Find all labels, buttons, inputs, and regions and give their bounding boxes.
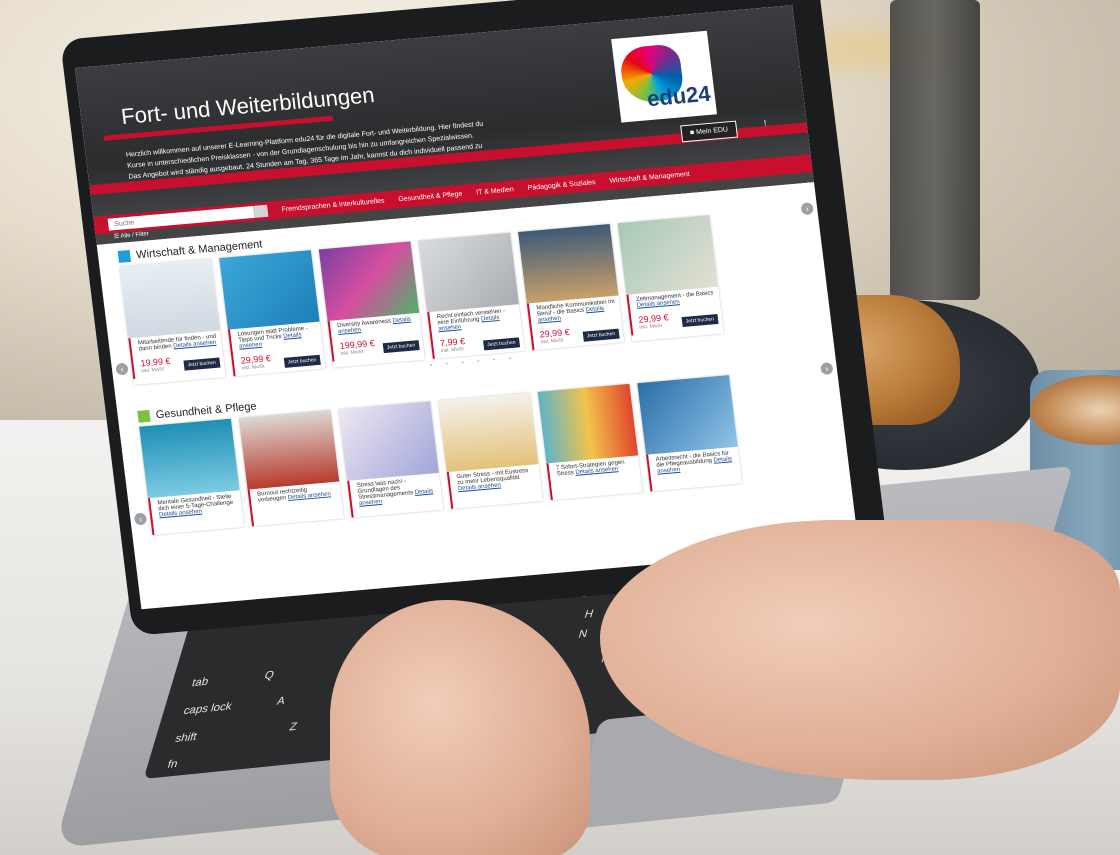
course-card[interactable]: Arbeitsrecht - die Basics für die Pflege…: [637, 375, 743, 492]
photo-scene: tab caps lock shift fn Q A Z N M U H For…: [0, 0, 1120, 855]
course-card-body: 7 Sofort-Strategien gegen Stress Details…: [546, 455, 643, 501]
key-a: A: [275, 695, 287, 708]
book-button[interactable]: Jetzt buchen: [283, 354, 321, 368]
carousel-next-icon[interactable]: ›: [800, 202, 814, 216]
course-image: [139, 418, 240, 499]
course-image: [318, 241, 420, 321]
course-image: [637, 375, 738, 455]
search-icon[interactable]: [253, 204, 269, 218]
account-button-label: Mein EDU: [695, 126, 729, 137]
course-card[interactable]: Burnout rechtzeitig vorbeugen Details an…: [238, 410, 344, 527]
course-card-body: Mentale Gesundheit - Stelle dich einer 5…: [147, 490, 245, 536]
course-card[interactable]: Diversity Awareness Details ansehen 199,…: [318, 241, 425, 368]
key-shift: shift: [173, 730, 199, 746]
filter-label: Alle / Filter: [120, 231, 150, 240]
course-image: [418, 232, 519, 313]
background-chair: [890, 0, 980, 300]
course-card[interactable]: Mündliche Kommunikation im Beruf - die B…: [518, 223, 625, 351]
nav-item-gesundheit[interactable]: Gesundheit & Pflege: [398, 190, 463, 203]
nav-item-it-medien[interactable]: IT & Medien: [476, 186, 514, 196]
course-image: [238, 410, 340, 490]
course-card[interactable]: Zeitmanagement - die Basics Details anse…: [617, 215, 724, 342]
key-z: Z: [287, 720, 299, 734]
course-carousel: Mentale Gesundheit - Stelle dich einer 5…: [139, 368, 830, 536]
carousel-next-icon[interactable]: ›: [820, 362, 834, 376]
course-card[interactable]: 7 Sofort-Strategien gegen Stress Details…: [537, 383, 643, 501]
course-image: [219, 250, 320, 330]
key-q: Q: [262, 669, 276, 683]
edu24-logo[interactable]: edu24: [611, 30, 718, 123]
course-card-body: Mündliche Kommunikation im Beruf - die B…: [526, 295, 625, 351]
key-h: H: [582, 608, 595, 621]
carousel-prev-icon[interactable]: ‹: [133, 512, 148, 526]
section-color-square: [117, 249, 132, 263]
book-button[interactable]: Jetzt buchen: [582, 328, 620, 342]
course-card[interactable]: Stress lass nach! - Grundlagen des Stres…: [338, 401, 444, 518]
course-image: [438, 392, 539, 473]
course-card-body: Mitarbeitende für finden - und dann bind…: [128, 330, 225, 380]
course-image: [537, 383, 639, 464]
nav-item-paedagogik[interactable]: Pädagogik & Soziales: [527, 179, 596, 192]
course-card-body: Burnout rechtzeitig vorbeugen Details an…: [247, 481, 344, 527]
key-caps-lock: caps lock: [182, 700, 234, 718]
course-image: [617, 215, 719, 295]
logo-text: edu24: [645, 80, 712, 112]
course-card-body: Guter Stress - mit Eustress zu mehr Lebe…: [446, 464, 543, 509]
course-card[interactable]: Mitarbeitende für finden - und dann bind…: [119, 258, 226, 386]
course-card-body: Diversity Awareness Details ansehen 199,…: [327, 312, 425, 362]
nav-item-wirtschaft[interactable]: Wirtschaft & Management: [609, 170, 690, 184]
course-card-body: Lösungen statt Probleme - Tipps und Tric…: [227, 321, 326, 377]
course-title: Stress lass nach! - Grundlagen des Stres…: [356, 478, 414, 501]
course-card[interactable]: Lösungen statt Probleme - Tipps und Tric…: [219, 250, 326, 377]
key-n: N: [576, 627, 589, 641]
course-card-body: Recht einfach verstehen - eine Einführun…: [427, 304, 525, 359]
carousel-prev-icon[interactable]: ‹: [115, 362, 129, 376]
course-image: [518, 223, 619, 304]
course-image: [338, 401, 439, 481]
book-button[interactable]: Jetzt buchen: [382, 340, 420, 354]
course-card[interactable]: Mentale Gesundheit - Stelle dich einer 5…: [139, 418, 245, 536]
course-card-body: Arbeitsrecht - die Basics für die Pflege…: [646, 446, 743, 492]
section-color-square: [137, 409, 151, 423]
laptop-screen: Fort- und Weiterbildungen Herzlich willk…: [75, 5, 859, 610]
course-card[interactable]: Recht einfach verstehen - eine Einführun…: [418, 232, 525, 359]
key-fn: fn: [166, 758, 180, 771]
course-card-body: Zeitmanagement - die Basics Details anse…: [626, 286, 724, 336]
book-button[interactable]: Jetzt buchen: [681, 313, 719, 328]
book-button[interactable]: Jetzt buchen: [183, 357, 221, 371]
course-image: [119, 258, 220, 339]
book-button[interactable]: Jetzt buchen: [482, 337, 521, 351]
alert-icon[interactable]: !: [763, 118, 767, 128]
course-card-body: Stress lass nach! - Grundlagen des Stres…: [347, 472, 444, 518]
key-tab: tab: [190, 675, 210, 690]
course-card[interactable]: Guter Stress - mit Eustress zu mehr Lebe…: [438, 392, 543, 509]
